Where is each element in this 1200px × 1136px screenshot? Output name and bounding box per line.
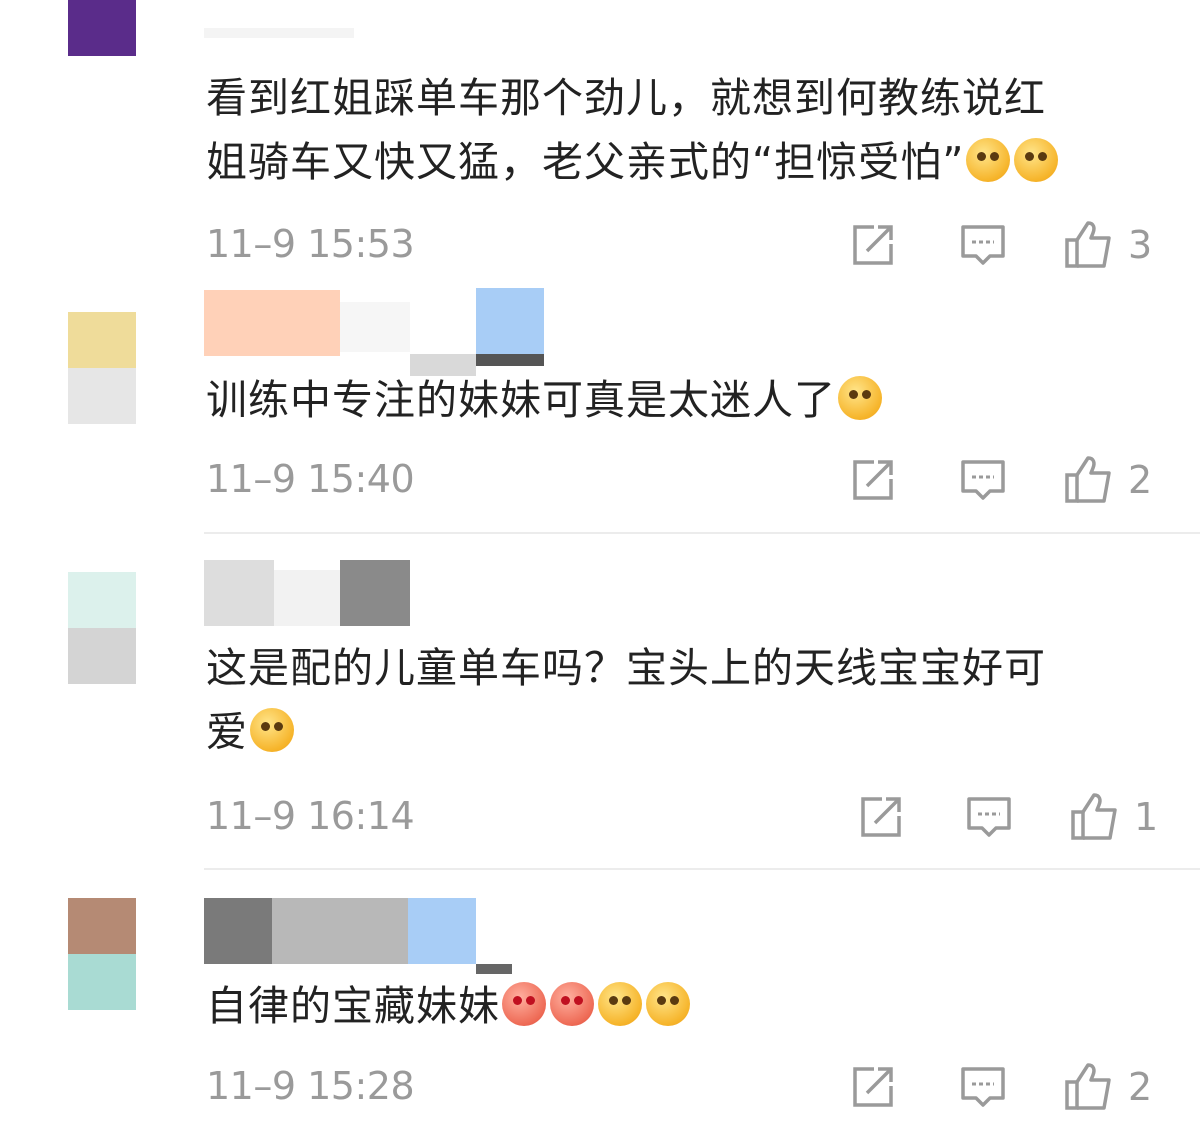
reply-button[interactable]: [960, 1062, 1006, 1112]
like-button[interactable]: 1: [1070, 792, 1158, 842]
comment-timestamp: 11–9 15:53: [206, 222, 415, 266]
username-redacted[interactable]: [204, 898, 544, 984]
username-redacted[interactable]: [204, 560, 544, 646]
reply-comment-icon: [961, 460, 1005, 500]
reply-button[interactable]: [966, 792, 1012, 842]
divider: [204, 532, 1200, 534]
username-redacted[interactable]: [204, 288, 544, 376]
heart-eyes-emoji: [550, 982, 594, 1026]
comment-timestamp: 11–9 15:40: [206, 457, 415, 501]
like-thumb-icon: [1065, 1063, 1111, 1110]
divider: [204, 868, 1200, 870]
reply-comment-icon: [961, 1067, 1005, 1107]
reply-button[interactable]: [960, 220, 1006, 270]
comment-actions: 2: [850, 1062, 1160, 1112]
comment-text: 看到红姐踩单车那个劲儿，就想到何教练说红 姐骑车又快又猛，老父亲式的“担惊受怕”: [206, 66, 1166, 194]
share-icon: [853, 1067, 893, 1107]
share-icon: [853, 460, 893, 500]
kiss-emoji: [250, 708, 294, 752]
like-thumb-icon: [1065, 456, 1111, 503]
comment-text: 这是配的儿童单车吗？宝头上的天线宝宝好可 爱: [206, 644, 1046, 756]
share-button[interactable]: [850, 1062, 896, 1112]
comment-actions: 2: [850, 455, 1160, 505]
comment-actions: 1: [858, 792, 1168, 842]
avatar[interactable]: [68, 312, 136, 424]
reply-button[interactable]: [960, 455, 1006, 505]
like-count: 1: [1134, 795, 1159, 839]
sleepy-smile-emoji: [838, 376, 882, 420]
share-button[interactable]: [850, 455, 896, 505]
reply-comment-icon: [961, 225, 1005, 265]
like-button[interactable]: 3: [1064, 220, 1152, 270]
comment-text: 训练中专注的妹妹可真是太迷人了: [206, 368, 1166, 432]
like-count: 2: [1128, 1065, 1153, 1109]
comment-actions: 3: [850, 220, 1160, 270]
share-icon: [861, 797, 901, 837]
like-count: 2: [1128, 458, 1153, 502]
comment-text: 自律的宝藏妹妹: [206, 974, 1166, 1038]
avatar[interactable]: [68, 572, 136, 684]
comment-timestamp: 11–9 15:28: [206, 1064, 415, 1108]
like-thumb-icon: [1071, 793, 1117, 840]
share-button[interactable]: [850, 220, 896, 270]
like-button[interactable]: 2: [1064, 455, 1152, 505]
like-count: 3: [1128, 223, 1153, 267]
cheer-emoji: [598, 982, 642, 1026]
avatar[interactable]: [68, 0, 136, 112]
cheer-emoji: [646, 982, 690, 1026]
share-button[interactable]: [858, 792, 904, 842]
username-redacted[interactable]: [204, 0, 544, 38]
like-thumb-icon: [1065, 221, 1111, 268]
laugh-cry-emoji: [1014, 138, 1059, 182]
comment-timestamp: 11–9 16:14: [206, 794, 415, 838]
reply-comment-icon: [967, 797, 1011, 837]
share-icon: [853, 225, 893, 265]
avatar[interactable]: [68, 898, 136, 1010]
like-button[interactable]: 2: [1064, 1062, 1152, 1112]
laugh-cry-emoji: [966, 138, 1011, 182]
heart-eyes-emoji: [502, 982, 546, 1026]
